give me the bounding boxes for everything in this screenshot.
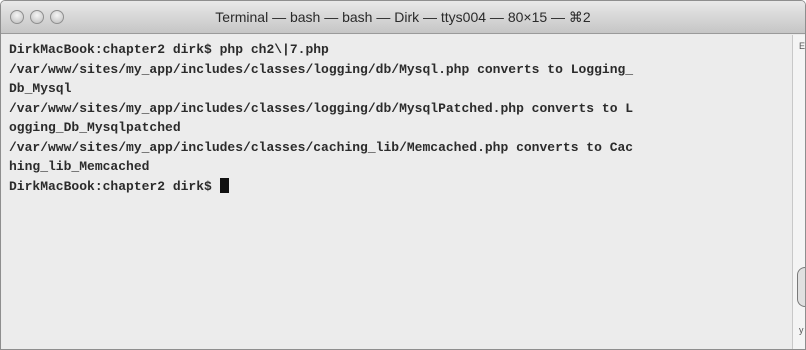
terminal-line: /var/www/sites/my_app/includes/classes/c… [9, 139, 634, 155]
terminal-line: /var/www/sites/my_app/includes/classes/l… [9, 61, 634, 77]
terminal-output[interactable]: DirkMacBook:chapter2 dirk$ php ch2\|7.ph… [2, 35, 792, 349]
edge-letter-bottom: y [799, 325, 804, 335]
title-bar[interactable]: Terminal — bash — bash — Dirk — ttys004 … [1, 1, 805, 34]
prompt-line[interactable]: DirkMacBook:chapter2 dirk$ [9, 177, 792, 197]
window-title: Terminal — bash — bash — Dirk — ttys004 … [215, 9, 591, 25]
terminal-window: Terminal — bash — bash — Dirk — ttys004 … [0, 0, 806, 350]
terminal-line: /var/www/sites/my_app/includes/classes/l… [9, 100, 634, 116]
window-behind-edge: E y [792, 35, 806, 349]
shell-prompt: DirkMacBook:chapter2 dirk$ [9, 178, 220, 194]
terminal-line: Db_Mysql [9, 81, 72, 96]
edge-letter-top: E [799, 41, 806, 51]
terminal-line: DirkMacBook:chapter2 dirk$ php ch2\|7.ph… [9, 42, 329, 57]
terminal-line: hing_lib_Memcached [9, 159, 150, 174]
terminal-line: ogging_Db_Mysqlpatched [9, 120, 181, 135]
scroll-thumb[interactable] [797, 267, 805, 307]
text-cursor [219, 177, 229, 193]
